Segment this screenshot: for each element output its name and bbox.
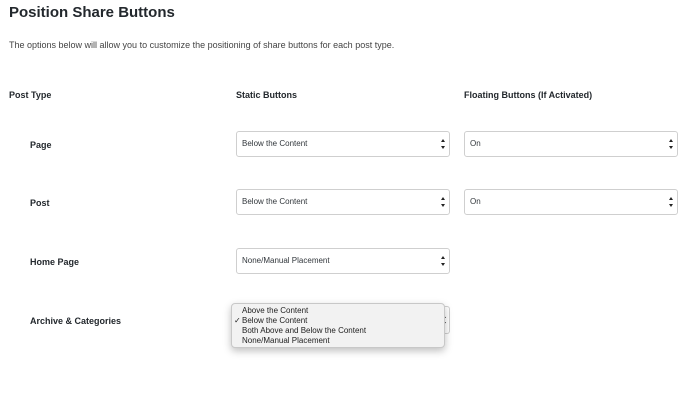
column-header-floating-buttons: Floating Buttons (If Activated)	[464, 90, 593, 100]
post-static-buttons-select[interactable]: Below the Content	[236, 189, 450, 215]
post-floating-buttons-select[interactable]: On	[464, 189, 678, 215]
column-header-post-type: Post Type	[9, 90, 52, 100]
dropdown-option-both-above-below[interactable]: Both Above and Below the Content	[232, 326, 444, 336]
row-label-page: Page	[30, 140, 52, 150]
column-header-static-buttons: Static Buttons	[236, 90, 298, 100]
option-label: None/Manual Placement	[242, 336, 330, 345]
page-title: Position Share Buttons	[9, 4, 175, 21]
updown-chevron-icon	[440, 256, 446, 266]
archive-categories-dropdown-menu: Above the Content ✓ Below the Content Bo…	[231, 303, 445, 348]
select-value: Below the Content	[242, 197, 308, 206]
row-label-post: Post	[30, 198, 50, 208]
updown-chevron-icon	[440, 197, 446, 207]
select-value: On	[470, 139, 481, 148]
select-value: None/Manual Placement	[242, 256, 330, 265]
option-label: Both Above and Below the Content	[242, 326, 367, 335]
dropdown-option-above-content[interactable]: Above the Content	[232, 306, 444, 316]
updown-chevron-icon	[440, 139, 446, 149]
checkmark-icon: ✓	[234, 316, 241, 325]
page-static-buttons-select[interactable]: Below the Content	[236, 131, 450, 157]
option-label: Below the Content	[242, 316, 308, 325]
dropdown-option-below-content[interactable]: ✓ Below the Content	[232, 316, 444, 326]
page-description: The options below will allow you to cust…	[9, 40, 395, 50]
option-label: Above the Content	[242, 306, 309, 315]
row-label-archive-categories: Archive & Categories	[30, 316, 122, 326]
select-value: Below the Content	[242, 139, 308, 148]
dropdown-option-none-manual[interactable]: None/Manual Placement	[232, 336, 444, 346]
select-value: On	[470, 197, 481, 206]
page-floating-buttons-select[interactable]: On	[464, 131, 678, 157]
home-page-static-buttons-select[interactable]: None/Manual Placement	[236, 248, 450, 274]
row-label-home-page: Home Page	[30, 257, 80, 267]
updown-chevron-icon	[668, 139, 674, 149]
updown-chevron-icon	[668, 197, 674, 207]
position-share-buttons-page: Position Share Buttons The options below…	[0, 0, 700, 402]
